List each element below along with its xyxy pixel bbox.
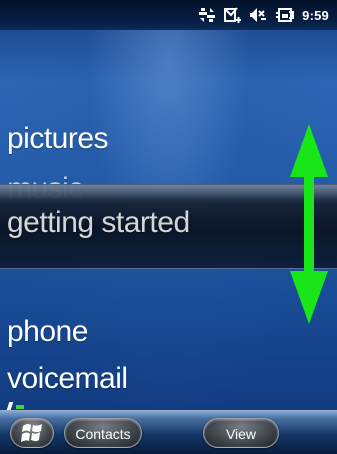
vertical-scroll-arrow-icon [289, 124, 329, 324]
status-icons: 9:59 [198, 3, 329, 27]
windows-mobile-home-screen: 9:59 pictures music getting started phon… [0, 0, 337, 454]
message-notification-icon [223, 6, 242, 24]
battery-charging-icon [275, 6, 295, 24]
volume-muted-icon [249, 6, 268, 24]
clock-time[interactable]: 9:59 [302, 9, 329, 22]
menu-item-phone[interactable]: phone [7, 317, 88, 347]
selection-highlight-shine [0, 185, 337, 200]
data-sync-icon [198, 7, 216, 23]
view-soft-key[interactable]: View [203, 418, 279, 448]
start-button[interactable] [10, 418, 54, 448]
status-bar: 9:59 [0, 0, 337, 30]
windows-logo-icon [20, 422, 44, 444]
menu-item-pictures[interactable]: pictures [7, 124, 109, 154]
contacts-soft-key[interactable]: Contacts [64, 418, 142, 448]
menu-item-getting-started[interactable]: getting started [7, 208, 190, 238]
menu-item-voicemail[interactable]: voicemail [7, 364, 128, 394]
